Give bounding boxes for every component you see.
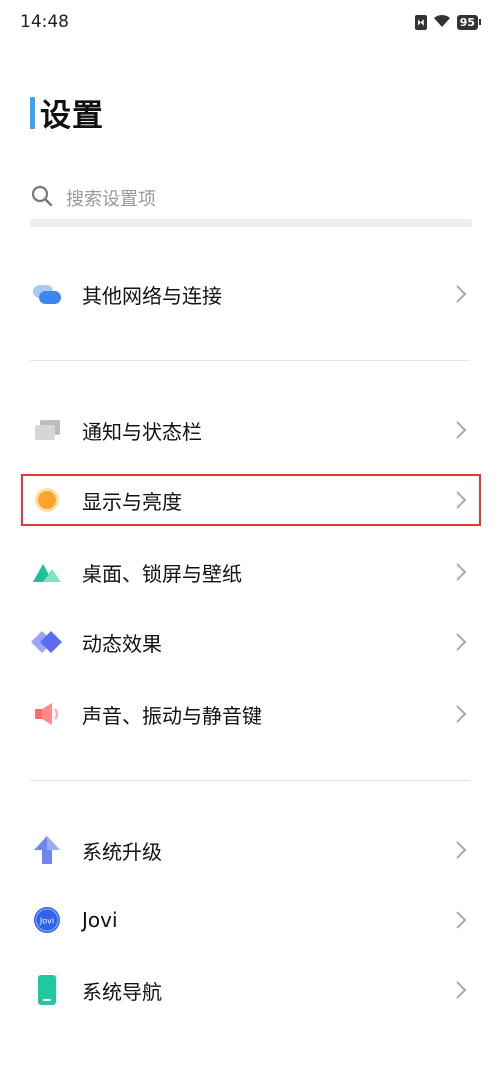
highlight-box xyxy=(21,474,481,526)
settings-item-desktop-wallpaper[interactable]: 桌面、锁屏与壁纸 xyxy=(30,546,472,598)
chevron-right-icon xyxy=(450,561,472,583)
settings-item-label: 桌面、锁屏与壁纸 xyxy=(82,561,242,586)
diamond-effects-icon xyxy=(30,625,64,659)
search-placeholder: 搜索设置项 xyxy=(66,189,156,210)
page-title: 设置 xyxy=(40,98,104,134)
settings-item-system-navigation[interactable]: 系统导航 xyxy=(30,964,472,1016)
chevron-right-icon xyxy=(450,703,472,725)
settings-item-label: 动态效果 xyxy=(82,631,162,656)
settings-item-label: 系统升级 xyxy=(82,839,162,864)
chevron-right-icon xyxy=(450,631,472,653)
section-divider xyxy=(30,780,470,781)
settings-item-label: 声音、振动与静音键 xyxy=(82,703,262,728)
jovi-icon: Jovi xyxy=(30,903,64,937)
settings-item-jovi[interactable]: Jovi Jovi xyxy=(30,894,472,946)
wifi-icon xyxy=(433,13,451,32)
speaker-icon xyxy=(30,697,64,731)
search-input[interactable]: 搜索设置项 xyxy=(30,180,472,216)
chevron-right-icon xyxy=(450,839,472,861)
upgrade-arrow-icon xyxy=(30,833,64,867)
mountain-wallpaper-icon xyxy=(30,555,64,589)
battery-icon: 95 xyxy=(456,15,482,30)
settings-item-label: 通知与状态栏 xyxy=(82,419,202,444)
section-divider xyxy=(30,360,470,361)
cloud-network-icon xyxy=(30,277,64,311)
page-header: 设置 xyxy=(30,90,104,135)
phone-navigation-icon xyxy=(30,973,64,1007)
settings-item-other-networks[interactable]: 其他网络与连接 xyxy=(30,268,472,320)
settings-item-notifications[interactable]: 通知与状态栏 xyxy=(30,404,472,456)
settings-item-label: 系统导航 xyxy=(82,979,162,1004)
chevron-right-icon xyxy=(450,419,472,441)
status-icons: 95 xyxy=(414,13,482,32)
no-sim-icon xyxy=(414,15,427,30)
status-bar: 14:48 95 xyxy=(0,0,500,44)
settings-item-label: Jovi xyxy=(82,908,118,932)
title-accent-bar xyxy=(30,96,35,129)
settings-item-label: 其他网络与连接 xyxy=(82,283,222,308)
chevron-right-icon xyxy=(450,283,472,305)
settings-item-system-upgrade[interactable]: 系统升级 xyxy=(30,824,472,876)
notification-cards-icon xyxy=(30,413,64,447)
settings-item-dynamic-effects[interactable]: 动态效果 xyxy=(30,616,472,668)
search-underline xyxy=(30,219,472,227)
svg-text:Jovi: Jovi xyxy=(39,917,54,926)
settings-item-sound-vibration[interactable]: 声音、振动与静音键 xyxy=(30,688,472,740)
chevron-right-icon xyxy=(450,979,472,1001)
chevron-right-icon xyxy=(450,909,472,931)
status-time: 14:48 xyxy=(20,12,69,32)
search-icon xyxy=(30,184,54,212)
